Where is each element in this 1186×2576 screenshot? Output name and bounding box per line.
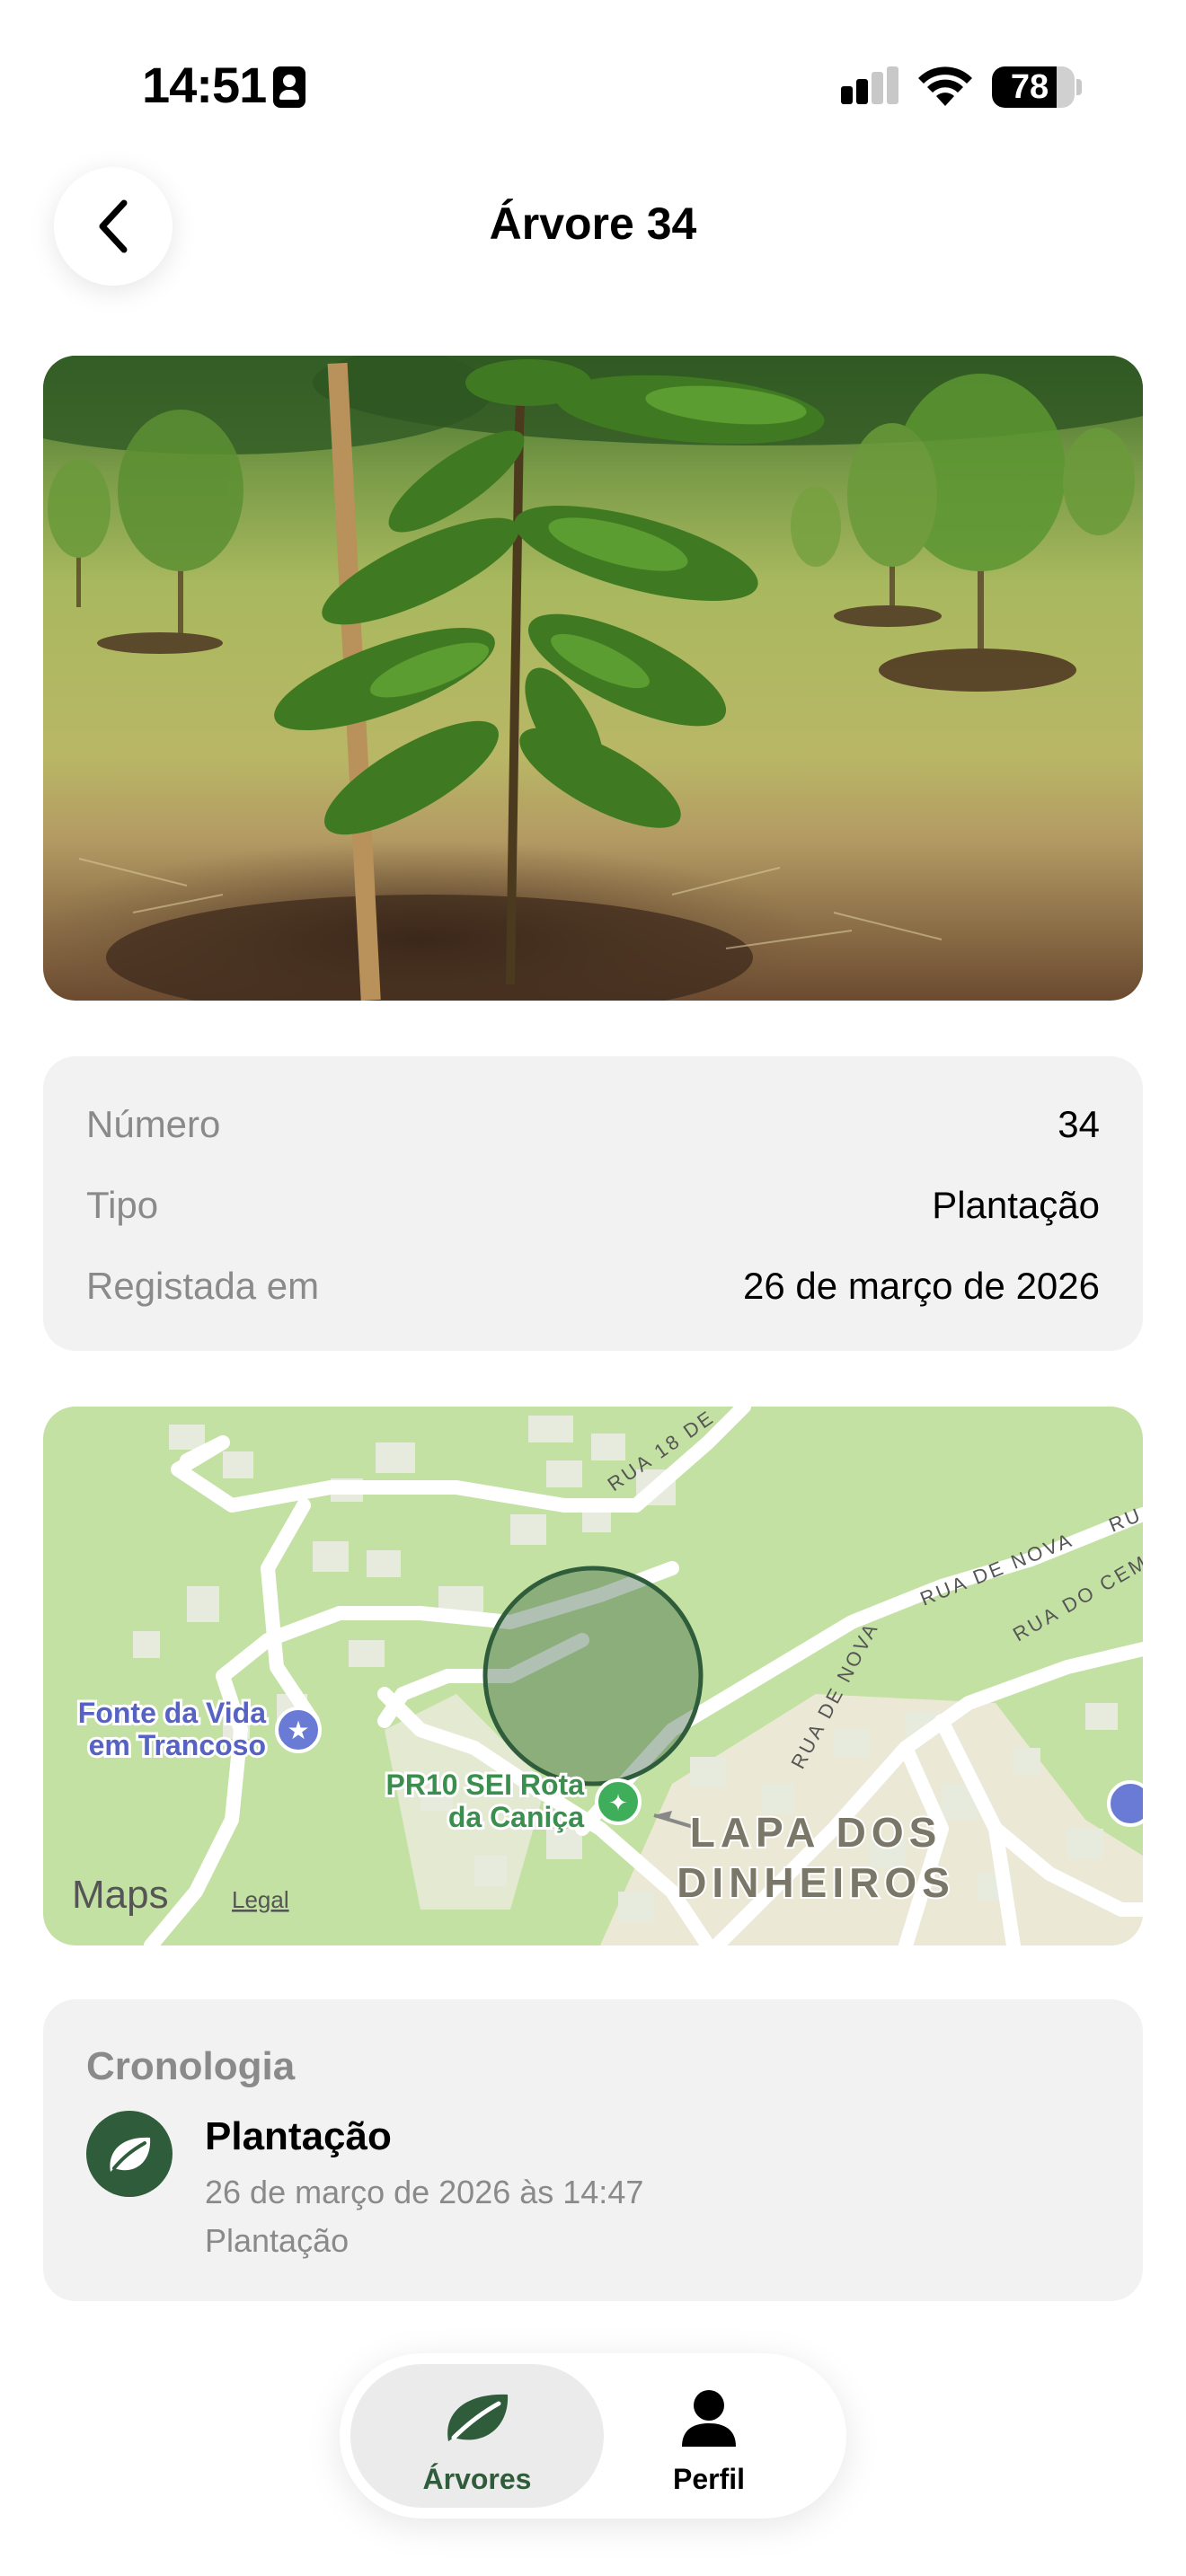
detail-label: Registada em — [86, 1265, 320, 1307]
detail-label: Número — [86, 1103, 221, 1145]
svg-text:✦: ✦ — [608, 1789, 628, 1816]
timeline-item-date: 26 de março de 2026 às 14:47 — [205, 2174, 644, 2210]
tab-label: Perfil — [672, 2463, 746, 2495]
map-poi-label: em Trancoso — [89, 1729, 266, 1761]
timeline-heading: Cronologia — [86, 2044, 296, 2088]
wifi-icon — [918, 66, 972, 106]
map-poi-label: da Caniça — [448, 1801, 584, 1833]
map-poi-label: Fonte da Vida — [78, 1697, 266, 1729]
map-legal-link[interactable]: Legal — [232, 1886, 289, 1913]
battery-level: 78 — [1010, 68, 1049, 106]
page-title: Árvore 34 — [489, 198, 697, 249]
tree-details-card: Número 34 Tipo Plantação Registada em 26… — [43, 1056, 1143, 1351]
maps-brand: Maps — [72, 1873, 169, 1917]
status-time: 14:51 — [142, 57, 267, 113]
timeline-item-description: Plantação — [205, 2222, 350, 2259]
detail-value: 26 de março de 2026 — [743, 1265, 1100, 1307]
timeline-leaf-icon — [86, 2111, 173, 2197]
tab-arvores[interactable]: Árvores — [350, 2364, 604, 2508]
location-map[interactable]: RUA 18 DE RUA DE NOVA RUA DE NOVA RUA DO… — [43, 1407, 1143, 1945]
tab-perfil[interactable]: Perfil — [582, 2364, 836, 2508]
battery-cap — [1076, 79, 1082, 95]
map-area-label: DINHEIROS — [677, 1859, 955, 1906]
detail-row-tipo: Tipo Plantação — [86, 1184, 1100, 1238]
svg-text:★: ★ — [287, 1716, 309, 1744]
tab-bar: Árvores Perfil — [340, 2353, 846, 2519]
status-bar: 14:51 78 — [0, 0, 1186, 162]
battery-icon: 78 — [992, 66, 1075, 108]
tree-photo — [43, 356, 1143, 1001]
map-poi-icon[interactable] — [1107, 1780, 1143, 1827]
map-poi-label: PR10 SEI Rota — [385, 1769, 584, 1801]
detail-row-numero: Número 34 — [86, 1103, 1100, 1157]
timeline-item-title: Plantação — [205, 2114, 392, 2158]
cellular-signal-icon — [841, 66, 900, 108]
person-icon — [682, 2390, 736, 2447]
detail-value: 34 — [1058, 1103, 1100, 1145]
leaf-icon — [447, 2394, 509, 2441]
detail-label: Tipo — [86, 1184, 159, 1226]
contact-card-icon — [273, 66, 305, 108]
map-area-label: LAPA DOS — [690, 1809, 943, 1856]
detail-value: Plantação — [932, 1184, 1100, 1226]
timeline-card: Cronologia Plantação 26 de março de 2026… — [43, 1999, 1143, 2301]
detail-row-registada: Registada em 26 de março de 2026 — [86, 1265, 1100, 1319]
tab-label: Árvores — [422, 2463, 532, 2495]
